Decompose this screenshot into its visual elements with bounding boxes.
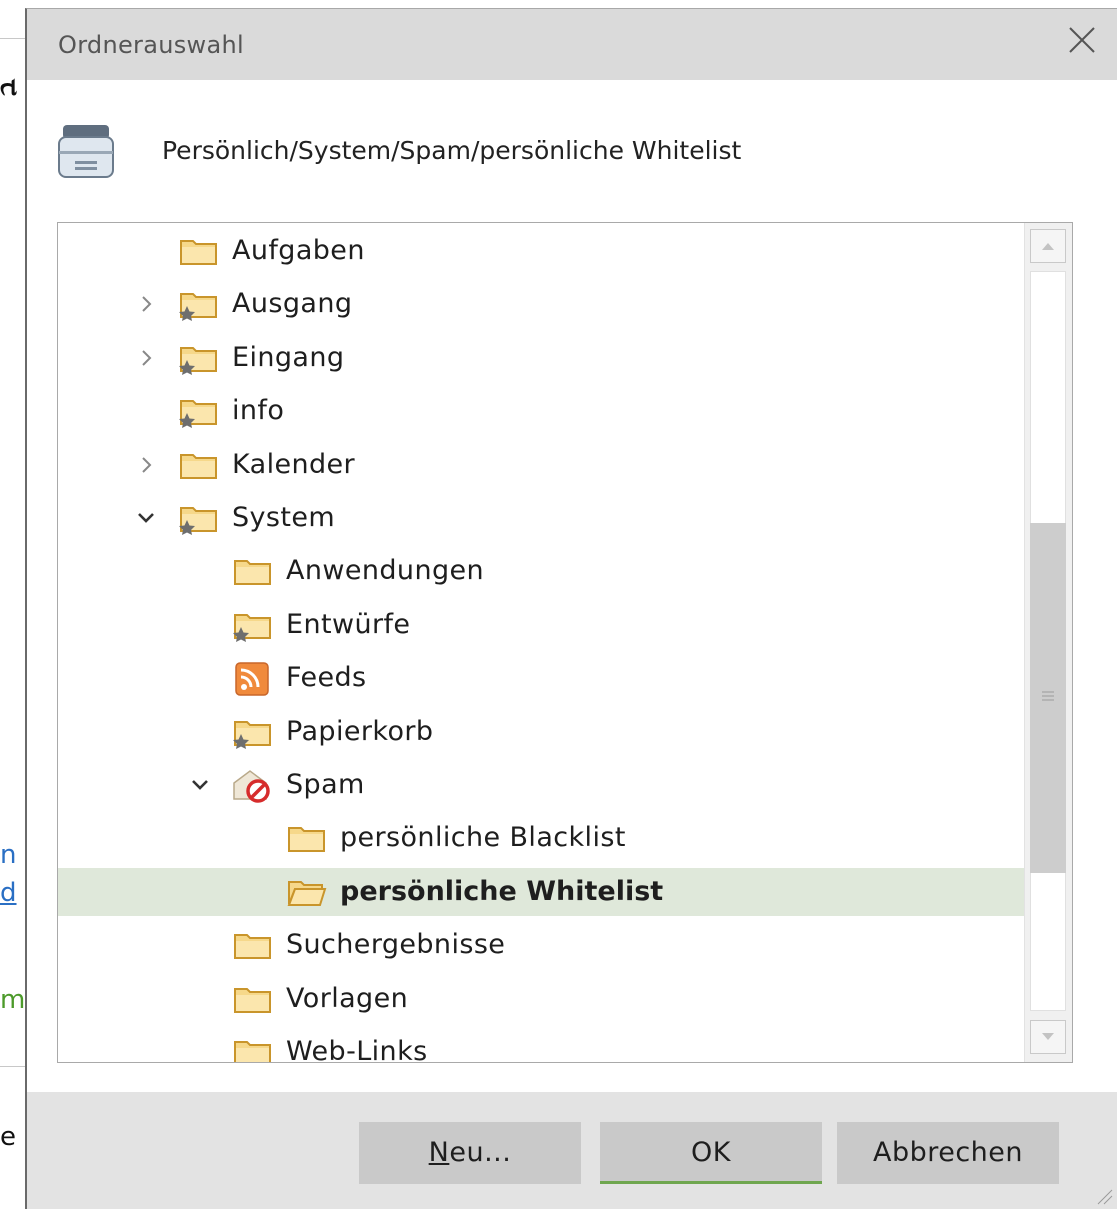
- chevron-down-icon[interactable]: [190, 775, 210, 795]
- open-folder-icon: [286, 876, 328, 910]
- scroll-down-arrow-icon: [1042, 1033, 1054, 1040]
- background-divider: [0, 1066, 26, 1067]
- special-folder-icon: [178, 502, 220, 536]
- special-folder-icon: [232, 716, 274, 750]
- tree-item[interactable]: Entwürfe: [58, 601, 1024, 649]
- tree-item[interactable]: System: [58, 494, 1024, 542]
- tree-item-label: Kalender: [232, 448, 356, 480]
- tree-item[interactable]: persönliche Blacklist: [58, 814, 1024, 862]
- new-folder-button[interactable]: Neu...: [359, 1122, 581, 1184]
- dialog-title: Ordnerauswahl: [58, 31, 244, 59]
- tree-item[interactable]: info: [58, 387, 1024, 435]
- new-button-label: eu...: [449, 1137, 512, 1168]
- scrollbar-thumb[interactable]: [1030, 523, 1066, 873]
- background-text-fragment: ત: [0, 72, 18, 102]
- chevron-right-icon[interactable]: [136, 294, 156, 314]
- tree-item-label: Spam: [286, 769, 365, 800]
- scroll-up-arrow-icon: [1042, 243, 1054, 250]
- tree-item-label: Aufgaben: [232, 235, 365, 266]
- tree-item-label: Web-Links: [286, 1036, 428, 1063]
- mailbox-store-icon: [55, 121, 117, 183]
- title-bar: Ordnerauswahl: [27, 9, 1117, 80]
- tree-item[interactable]: Kalender: [58, 441, 1024, 489]
- background-text-fragment: e: [0, 1122, 16, 1152]
- tree-item[interactable]: Eingang: [58, 334, 1024, 382]
- tree-item[interactable]: Feeds: [58, 654, 1024, 702]
- tree-item-label: System: [232, 502, 336, 533]
- chevron-right-icon[interactable]: [136, 455, 156, 475]
- rss-icon: [232, 662, 274, 696]
- special-folder-icon: [178, 342, 220, 376]
- resize-grip-icon[interactable]: [1095, 1187, 1113, 1205]
- selected-folder-path: Persönlich/System/Spam/persönliche White…: [162, 136, 742, 165]
- tree-item-label: Anwendungen: [286, 555, 485, 587]
- tree-item-label: Feeds: [286, 662, 367, 694]
- folder-icon: [232, 1036, 274, 1062]
- folder-picker-dialog: Ordnerauswahl Persönlich/System/Spam/per…: [25, 8, 1117, 1209]
- tree-item-label: persönliche Blacklist: [340, 822, 626, 854]
- background-text-fragment: m: [0, 985, 26, 1015]
- tree-item-label: Ausgang: [232, 288, 353, 320]
- background-link-fragment: d: [0, 878, 17, 908]
- tree-item-label: Papierkorb: [286, 715, 434, 747]
- new-button-mnemonic: N: [428, 1137, 450, 1168]
- close-icon: [1069, 27, 1095, 53]
- vertical-scrollbar[interactable]: [1024, 223, 1072, 1062]
- background-link-fragment: n: [0, 840, 17, 870]
- chevron-right-icon[interactable]: [136, 348, 156, 368]
- tree-item[interactable]: Suchergebnisse: [58, 921, 1024, 969]
- folder-tree[interactable]: Aufgaben Ausgang Eingang info Kalender System…: [57, 222, 1073, 1063]
- folder-icon: [232, 983, 274, 1017]
- scroll-up-button[interactable]: [1030, 229, 1066, 263]
- background-window: ત n d m e: [0, 0, 26, 1209]
- background-divider: [0, 38, 26, 39]
- tree-item[interactable]: Web-Links: [58, 1028, 1024, 1063]
- close-button[interactable]: [1045, 9, 1117, 80]
- tree-item[interactable]: Vorlagen: [58, 975, 1024, 1023]
- chevron-down-icon[interactable]: [136, 508, 156, 528]
- tree-item[interactable]: Papierkorb: [58, 708, 1024, 756]
- folder-icon: [286, 822, 328, 856]
- cancel-button[interactable]: Abbrechen: [837, 1122, 1059, 1184]
- tree-item[interactable]: Anwendungen: [58, 547, 1024, 595]
- tree-item-label: Eingang: [232, 341, 345, 373]
- special-folder-icon: [178, 288, 220, 322]
- tree-item-label: Vorlagen: [286, 982, 409, 1014]
- special-folder-icon: [178, 395, 220, 429]
- spam-icon: [232, 769, 274, 803]
- scroll-down-button[interactable]: [1030, 1020, 1066, 1054]
- tree-item-label: info: [232, 395, 285, 427]
- tree-item[interactable]: Aufgaben: [58, 227, 1024, 275]
- special-folder-icon: [232, 609, 274, 643]
- folder-icon: [232, 929, 274, 963]
- tree-item-label: persönliche Whitelist: [340, 875, 664, 907]
- tree-item[interactable]: Ausgang: [58, 280, 1024, 328]
- ok-button[interactable]: OK: [600, 1122, 822, 1184]
- tree-item-label: Suchergebnisse: [286, 929, 506, 961]
- grip-lines-icon: [1042, 691, 1054, 701]
- dialog-footer: Neu... OK Abbrechen: [27, 1092, 1117, 1209]
- folder-icon: [178, 449, 220, 483]
- folder-icon: [178, 235, 220, 269]
- tree-item-selected[interactable]: persönliche Whitelist: [58, 867, 1024, 916]
- folder-icon: [232, 555, 274, 589]
- tree-item-label: Entwürfe: [286, 608, 411, 640]
- tree-item[interactable]: Spam: [58, 761, 1024, 809]
